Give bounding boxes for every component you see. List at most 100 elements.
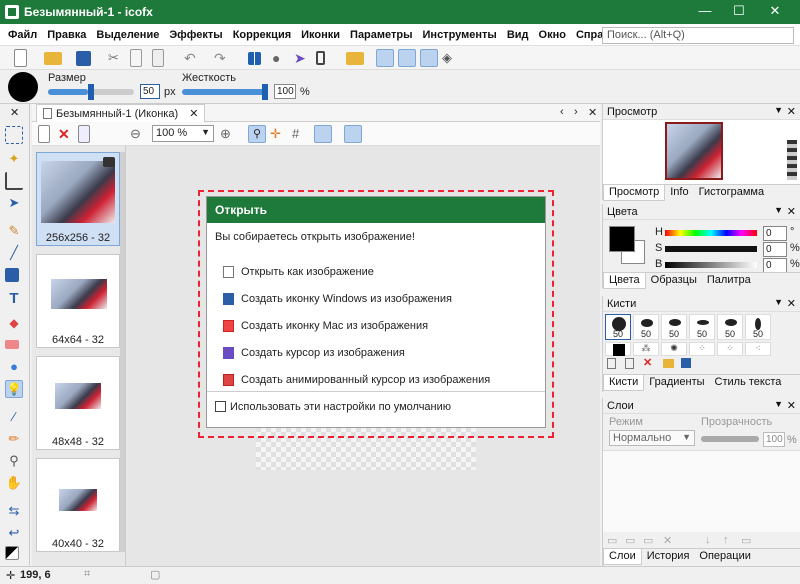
brush-tool-icon[interactable]: ✎ (5, 222, 23, 240)
menu-options[interactable]: Параметры (345, 24, 417, 46)
zoom-out-icon[interactable]: ⊖ (130, 125, 148, 143)
new-brush-icon[interactable] (607, 358, 616, 369)
rectangle-tool-icon[interactable] (5, 268, 19, 282)
cursor-icon[interactable]: ➤ (294, 49, 312, 67)
thumbnail-40[interactable]: 40x40 - 32 (36, 458, 120, 552)
paste-icon[interactable] (152, 49, 164, 67)
panel-menu-icon[interactable]: ▼ (774, 399, 783, 409)
apple-icon[interactable]: ● (272, 49, 290, 67)
zoom-in-icon[interactable]: ⊕ (220, 125, 238, 143)
tab-scroll-left-icon[interactable]: ‹ (560, 106, 564, 118)
tab-info[interactable]: Info (665, 185, 693, 200)
document-tab[interactable]: Безымянный-1 (Иконка) ✕ (36, 104, 206, 122)
line-tool-icon[interactable]: ╱ (5, 244, 23, 262)
pattern-icon[interactable] (398, 49, 416, 67)
tools-close-icon[interactable]: ✕ (10, 106, 19, 119)
document-tab-close-icon[interactable]: ✕ (189, 108, 198, 120)
menu-icons[interactable]: Иконки (296, 24, 345, 46)
option-create-mac-icon[interactable]: Создать иконку Mac из изображения (223, 319, 428, 333)
thumbnail-48[interactable]: 48x48 - 32 (36, 356, 120, 450)
hardness-slider[interactable] (182, 84, 268, 100)
tab-actions[interactable]: Операции (694, 549, 755, 564)
menu-edit[interactable]: Правка (42, 24, 91, 46)
maximize-button[interactable]: ☐ (722, 0, 756, 24)
brush-preset[interactable]: 50 (689, 314, 715, 340)
blur-tool-icon[interactable]: ● (5, 358, 23, 376)
panel-toggle-icon[interactable] (314, 125, 332, 143)
merge-layer-icon[interactable]: ▭ (643, 534, 653, 547)
tab-histogram[interactable]: Гистограмма (694, 185, 770, 200)
zoom-select[interactable]: 100 % ▼ (152, 125, 214, 142)
primary-color-swatch[interactable] (609, 226, 635, 252)
image-settings-icon[interactable] (78, 125, 90, 143)
tab-close-all-icon[interactable]: ✕ (588, 106, 597, 119)
option-open-as-image[interactable]: Открыть как изображение (223, 265, 374, 279)
menu-correction[interactable]: Коррекция (228, 24, 296, 46)
s-input[interactable]: 0 (763, 242, 787, 257)
dodge-tool-icon[interactable]: 💡 (5, 380, 23, 398)
size-slider[interactable] (48, 84, 134, 100)
brush-preset[interactable]: ⁘ (689, 342, 715, 356)
saturation-slider[interactable] (665, 246, 757, 252)
tab-swatches[interactable]: Образцы (646, 273, 702, 288)
tab-gradients[interactable]: Градиенты (644, 375, 709, 390)
brightness-slider[interactable] (665, 262, 757, 268)
save-brush-icon[interactable] (681, 358, 691, 368)
crop-tool-icon[interactable] (5, 172, 23, 190)
color-swatches-icon[interactable] (5, 546, 19, 560)
add-image-icon[interactable] (38, 125, 50, 143)
thumbnail-256[interactable]: 256x256 - 32 (36, 152, 120, 246)
redo-icon[interactable]: ↷ (214, 49, 232, 67)
fit-screen-icon[interactable] (344, 125, 362, 143)
panel-menu-icon[interactable]: ▼ (774, 297, 783, 307)
menu-window[interactable]: Окно (534, 24, 571, 46)
brush-preset[interactable]: 50 (717, 314, 743, 340)
menu-select[interactable]: Выделение (91, 24, 164, 46)
move-tool-icon[interactable]: ➤ (5, 194, 23, 212)
panel-close-icon[interactable]: ✕ (787, 205, 796, 218)
new-file-icon[interactable] (14, 49, 27, 67)
transparency-icon[interactable] (420, 49, 438, 67)
opacity-slider[interactable] (701, 436, 759, 442)
brush-preset[interactable]: ⁂ (633, 342, 659, 356)
reset-colors-icon[interactable]: ↩ (5, 524, 23, 542)
hardness-input[interactable]: 100 (274, 84, 296, 99)
hue-slider[interactable] (665, 230, 757, 236)
option-create-windows-icon[interactable]: Создать иконку Windows из изображения (223, 292, 452, 306)
option-create-animated-cursor[interactable]: Создать анимированный курсор из изображе… (223, 373, 490, 387)
eyedropper-tool-icon[interactable]: ⁄ (5, 408, 23, 426)
tab-palette[interactable]: Палитра (702, 273, 756, 288)
hotspot-icon[interactable]: ✛ (270, 125, 288, 143)
panel-close-icon[interactable]: ✕ (787, 105, 796, 118)
tab-history[interactable]: История (642, 549, 695, 564)
windows-icon[interactable] (248, 52, 261, 65)
move-layer-up-icon[interactable]: ↑ (723, 534, 729, 546)
thumbnail-64[interactable]: 64x64 - 32 (36, 254, 120, 348)
minimize-button[interactable]: — (688, 0, 722, 24)
brush-preset[interactable]: 50 (633, 314, 659, 340)
size-input[interactable]: 50 (140, 84, 160, 99)
tab-preview[interactable]: Просмотр (603, 185, 666, 201)
brush-preset[interactable]: ⁖ (745, 342, 771, 356)
move-layer-down-icon[interactable]: ↓ (705, 534, 711, 546)
copy-icon[interactable] (130, 49, 142, 67)
tab-scroll-right-icon[interactable]: › (574, 106, 578, 118)
duplicate-brush-icon[interactable] (625, 358, 634, 369)
device-icon[interactable] (316, 51, 325, 65)
panel-menu-icon[interactable]: ▼ (774, 205, 783, 215)
grid-toggle-icon[interactable] (376, 49, 394, 67)
panel-menu-icon[interactable]: ▼ (774, 105, 783, 115)
brush-preset[interactable]: 50 (745, 314, 771, 340)
magic-wand-icon[interactable]: ✦ (5, 150, 23, 168)
panel-close-icon[interactable]: ✕ (787, 399, 796, 412)
delete-layer-icon[interactable]: ✕ (663, 534, 672, 547)
menu-effects[interactable]: Эффекты (164, 24, 227, 46)
image-folder-icon[interactable] (346, 52, 364, 65)
layers-icon[interactable]: ◈ (442, 49, 460, 67)
tab-brushes[interactable]: Кисти (603, 375, 645, 391)
h-input[interactable]: 0 (763, 226, 787, 241)
swap-colors-icon[interactable]: ⇆ (5, 502, 23, 520)
delete-image-icon[interactable]: ✕ (58, 125, 76, 143)
layer-properties-icon[interactable]: ▭ (741, 534, 751, 547)
tab-layers[interactable]: Слои (603, 549, 642, 565)
